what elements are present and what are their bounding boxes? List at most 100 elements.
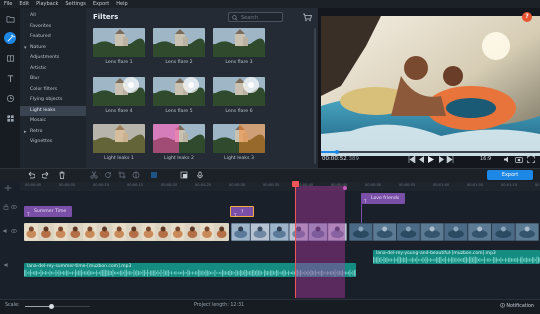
filter-thumbnail-label: Light leaks 3 xyxy=(224,156,254,161)
step-forward-icon[interactable] xyxy=(437,156,445,163)
transitions-tool[interactable] xyxy=(4,52,16,64)
titles-tool[interactable] xyxy=(4,72,16,84)
filter-category-list: AllFavoritesFeaturedNatureAdjustmentsArt… xyxy=(20,8,86,168)
title-clip-selected[interactable]: T? xyxy=(230,206,254,218)
scale-label: Scale: xyxy=(5,303,20,308)
filter-thumbnail[interactable] xyxy=(213,28,265,57)
color-adjust-icon[interactable] xyxy=(132,171,140,179)
filter-thumbnail[interactable] xyxy=(153,28,205,57)
volume-icon[interactable] xyxy=(503,156,511,163)
menu-help[interactable]: Help xyxy=(116,0,127,8)
playhead-handle[interactable] xyxy=(292,181,299,187)
audio-clip[interactable]: lana-del-rey-young-and-beautiful-[muzbon… xyxy=(373,250,540,264)
more-tools[interactable] xyxy=(4,112,16,124)
step-back-icon[interactable] xyxy=(418,156,426,163)
marker-icon[interactable] xyxy=(180,171,188,179)
filter-thumbnail[interactable] xyxy=(213,77,265,106)
category-item[interactable]: Blur xyxy=(20,74,86,85)
category-item[interactable]: Flying objects xyxy=(20,95,86,106)
menu-file[interactable]: File xyxy=(4,0,12,8)
stickers-tool[interactable] xyxy=(4,92,16,104)
title-clip[interactable]: T Summer Time xyxy=(24,206,72,217)
redo-icon[interactable] xyxy=(42,171,50,179)
current-time: 00:00:52.389 xyxy=(322,156,359,162)
selection-end-handle[interactable] xyxy=(343,186,347,190)
filter-thumbnail[interactable] xyxy=(93,28,145,57)
undo-icon[interactable] xyxy=(27,171,35,179)
title-clip-icon: T xyxy=(27,212,30,217)
filter-thumbnail[interactable] xyxy=(153,77,205,106)
title-track-visibility-icon[interactable] xyxy=(11,204,17,210)
video-clip[interactable] xyxy=(24,223,229,241)
filter-thumbnail[interactable] xyxy=(213,124,265,153)
magic-wand-icon xyxy=(6,34,15,42)
category-item[interactable]: Color filters xyxy=(20,85,86,96)
text-icon xyxy=(7,74,13,82)
category-item[interactable]: Nature xyxy=(20,43,86,54)
filters-scrollbar[interactable] xyxy=(314,28,316,164)
preview-scrubber-knob[interactable] xyxy=(335,149,339,154)
aspect-ratio-select[interactable]: 16:9 xyxy=(480,156,491,162)
filters-tool[interactable] xyxy=(4,32,16,44)
time-selection-range[interactable] xyxy=(295,186,345,298)
add-track-icon[interactable] xyxy=(4,185,12,191)
clip-properties-icon[interactable] xyxy=(150,171,158,179)
clock-icon xyxy=(6,94,14,102)
scale-slider-handle[interactable] xyxy=(49,304,54,309)
filter-thumbnail[interactable] xyxy=(93,124,145,153)
video-track-visibility-icon[interactable] xyxy=(11,228,17,234)
import-tool[interactable] xyxy=(4,12,16,24)
store-icon[interactable] xyxy=(302,12,312,22)
menu-settings[interactable]: Settings xyxy=(65,0,86,8)
fullscreen-icon[interactable] xyxy=(527,156,535,163)
ruler-tick-label: 00:00:55 xyxy=(399,183,416,187)
timeline-toolbar xyxy=(0,168,540,182)
category-item[interactable]: Featured xyxy=(20,32,86,43)
ruler-tick-label: 00:00:30 xyxy=(229,183,246,187)
filter-thumbnail[interactable] xyxy=(93,77,145,106)
rotate-icon[interactable] xyxy=(104,171,112,179)
search-icon xyxy=(232,15,238,21)
crop-icon[interactable] xyxy=(118,171,126,179)
audio-track-mute-icon[interactable] xyxy=(4,262,10,268)
video-track-mute-icon[interactable] xyxy=(3,228,9,234)
video-clip[interactable] xyxy=(349,223,539,241)
search-input[interactable]: Search xyxy=(228,12,283,22)
export-button[interactable]: Export xyxy=(487,170,533,180)
category-item[interactable]: Mosaic xyxy=(20,116,86,127)
title-clip-icon: T xyxy=(234,213,237,218)
filter-thumbnail-label: Lens flare 2 xyxy=(165,60,193,65)
ruler-tick-label: 00:00:15 xyxy=(127,183,144,187)
skip-forward-icon[interactable] xyxy=(446,156,454,163)
skip-back-icon[interactable] xyxy=(408,156,416,163)
play-icon[interactable] xyxy=(427,156,435,163)
playhead[interactable] xyxy=(295,183,296,298)
ruler-tick-label: 00:00:25 xyxy=(195,183,212,187)
menu-edit[interactable]: Edit xyxy=(19,0,29,8)
preview-scrubber[interactable] xyxy=(321,151,540,153)
title-track-lock-icon[interactable] xyxy=(3,204,9,210)
category-item[interactable]: Adjustments xyxy=(20,53,86,64)
help-button[interactable]: ? xyxy=(522,12,532,22)
record-audio-icon[interactable] xyxy=(196,171,204,179)
category-item[interactable]: Vignettes xyxy=(20,137,86,148)
menu-bar: File Edit Playback Settings Export Help xyxy=(0,0,540,8)
category-item[interactable]: Favorites xyxy=(20,22,86,33)
delete-icon[interactable] xyxy=(58,171,66,179)
filter-thumbnail[interactable] xyxy=(153,124,205,153)
title-clip[interactable]: T Love friends xyxy=(361,193,405,204)
category-item[interactable]: All xyxy=(20,11,86,22)
category-item[interactable]: Artistic xyxy=(20,64,86,75)
ruler-tick-label: 00:01:15 xyxy=(535,183,540,187)
cut-icon[interactable] xyxy=(90,171,98,179)
category-item[interactable]: Retro xyxy=(20,127,86,138)
menu-playback[interactable]: Playback xyxy=(36,0,58,8)
title-clip-connector xyxy=(361,204,362,223)
notification-button[interactable]: 🛈 Notification xyxy=(500,303,534,311)
menu-export[interactable]: Export xyxy=(93,0,109,8)
snapshot-icon[interactable] xyxy=(515,156,523,163)
filter-thumbnail-label: Light leaks 2 xyxy=(164,156,194,161)
ruler-tick-label: 00:01:00 xyxy=(433,183,450,187)
category-item[interactable]: Light leaks xyxy=(20,105,86,116)
ruler-tick-label: 00:00:10 xyxy=(93,183,110,187)
